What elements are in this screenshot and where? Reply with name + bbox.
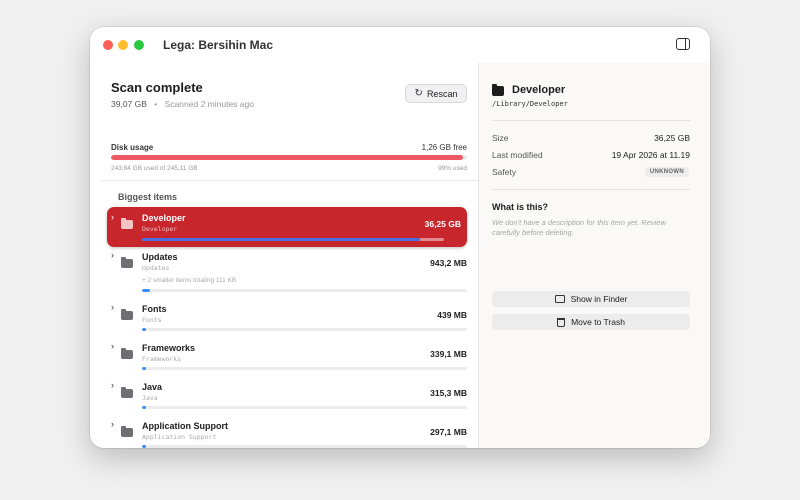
- item-name: Frameworks: [142, 343, 196, 353]
- scan-summary: 39,07 GB • Scanned 2 minutes ago: [111, 99, 254, 109]
- item-size-bar: [142, 445, 467, 448]
- detail-pane: Developer /Library/Developer Size 36,25 …: [479, 63, 710, 448]
- show-in-finder-button[interactable]: Show in Finder: [492, 291, 690, 307]
- list-item[interactable]: › Frameworks Frameworks 339,1 MB: [107, 341, 467, 374]
- item-path: Fonts: [142, 316, 162, 324]
- size-value: 36,25 GB: [654, 133, 690, 143]
- title-bar: Lega: Bersihin Mac: [90, 27, 710, 63]
- trash-icon: [557, 317, 566, 327]
- what-is-this-heading: What is this?: [492, 202, 548, 212]
- item-path: Java: [142, 394, 158, 402]
- rescan-label: Rescan: [426, 88, 458, 99]
- item-size: 943,2 MB: [430, 258, 467, 268]
- item-size-bar: [142, 289, 467, 292]
- item-size-bar: [142, 406, 467, 409]
- scan-results-pane: Scan complete 39,07 GB • Scanned 2 minut…: [90, 63, 478, 448]
- safety-status-badge: UNKNOWN: [644, 167, 689, 177]
- folder-icon: [492, 84, 504, 96]
- item-path: Developer: [142, 225, 178, 233]
- folder-icon: [121, 348, 133, 359]
- folder-icon: [121, 218, 133, 229]
- disk-usage-label: Disk usage: [111, 143, 154, 152]
- list-item[interactable]: › Updates Updates 943,2 MB + 2 smaller i…: [107, 250, 467, 295]
- safety-label: Safety: [492, 167, 517, 177]
- folder-icon: [121, 257, 133, 268]
- item-size-bar-fill: [142, 406, 146, 409]
- item-size-bar-fill: [142, 238, 420, 241]
- item-size-bar: [142, 238, 444, 241]
- folder-icon: [121, 309, 133, 320]
- biggest-items-heading: Biggest items: [118, 192, 178, 202]
- list-item[interactable]: › Fonts Fonts 439 MB: [107, 302, 467, 335]
- divider: [492, 120, 690, 121]
- item-path: Application Support: [142, 433, 217, 441]
- item-name: Java: [142, 382, 163, 392]
- folder-icon: [121, 426, 133, 437]
- item-name: Fonts: [142, 304, 167, 314]
- app-window: Lega: Bersihin Mac Scan complete 39,07 G…: [90, 27, 710, 448]
- modified-value: 19 Apr 2026 at 11.19: [611, 150, 690, 160]
- chevron-right-icon[interactable]: ›: [111, 212, 114, 222]
- folder-icon: [121, 387, 133, 398]
- list-item[interactable]: › Application Support Application Suppor…: [107, 419, 467, 448]
- what-is-this-description: We don't have a description for this ite…: [492, 218, 666, 237]
- item-size-bar-fill: [142, 328, 146, 331]
- item-size: 297,1 MB: [430, 427, 467, 437]
- disk-free-text: 1,26 GB free: [421, 143, 467, 152]
- detail-title: Developer: [512, 84, 566, 96]
- chevron-right-icon[interactable]: ›: [111, 419, 114, 429]
- sidebar-toggle-icon[interactable]: [676, 38, 690, 50]
- scan-timestamp: Scanned 2 minutes ago: [164, 99, 254, 109]
- move-to-trash-button[interactable]: Move to Trash: [492, 314, 690, 330]
- disk-percent-text: 99% used: [438, 165, 467, 172]
- disk-used-text: 243,84 GB used of 245,11 GB: [111, 165, 198, 172]
- dot-separator: •: [154, 99, 158, 109]
- item-size-bar-fill: [142, 289, 151, 292]
- refresh-icon: ↻: [414, 88, 423, 99]
- detail-path: /Library/Developer: [492, 100, 568, 108]
- size-label: Size: [492, 133, 509, 143]
- divider: [101, 180, 478, 181]
- rescan-button[interactable]: ↻ Rescan: [405, 84, 467, 103]
- item-name: Updates: [142, 252, 178, 262]
- item-size-bar: [142, 367, 467, 370]
- show-in-finder-label: Show in Finder: [570, 294, 628, 304]
- chevron-right-icon[interactable]: ›: [111, 380, 114, 390]
- scan-status-title: Scan complete: [111, 80, 203, 95]
- zoom-window-button[interactable]: [134, 40, 144, 50]
- item-size: 339,1 MB: [430, 349, 467, 359]
- item-size: 315,3 MB: [430, 388, 467, 398]
- item-size: 36,25 GB: [424, 219, 461, 229]
- disk-usage-bar-fill: [111, 155, 464, 160]
- item-name: Developer: [142, 213, 186, 223]
- minimize-window-button[interactable]: [118, 40, 128, 50]
- item-size-bar-fill: [142, 367, 146, 370]
- chevron-right-icon[interactable]: ›: [111, 302, 114, 312]
- chevron-right-icon[interactable]: ›: [111, 341, 114, 351]
- modified-label: Last modified: [492, 150, 543, 160]
- disk-usage-bar: [111, 155, 467, 160]
- item-path: Updates: [142, 264, 170, 272]
- list-item[interactable]: › Java Java 315,3 MB: [107, 380, 467, 413]
- item-size-bar: [142, 328, 467, 331]
- item-path: Frameworks: [142, 355, 182, 363]
- item-name: Application Support: [142, 421, 228, 431]
- item-size: 439 MB: [437, 310, 467, 320]
- move-to-trash-label: Move to Trash: [571, 317, 625, 327]
- chevron-right-icon[interactable]: ›: [111, 250, 114, 260]
- scan-total-size: 39,07 GB: [111, 99, 147, 109]
- divider: [492, 189, 690, 190]
- smaller-items-note: + 2 smaller items totaling 111 KB: [142, 277, 237, 284]
- item-size-bar-fill: [142, 445, 146, 448]
- close-window-button[interactable]: [103, 40, 113, 50]
- list-item[interactable]: › Developer Developer 36,25 GB: [107, 207, 467, 247]
- folder-icon: [554, 295, 565, 303]
- window-title: Lega: Bersihin Mac: [163, 38, 274, 52]
